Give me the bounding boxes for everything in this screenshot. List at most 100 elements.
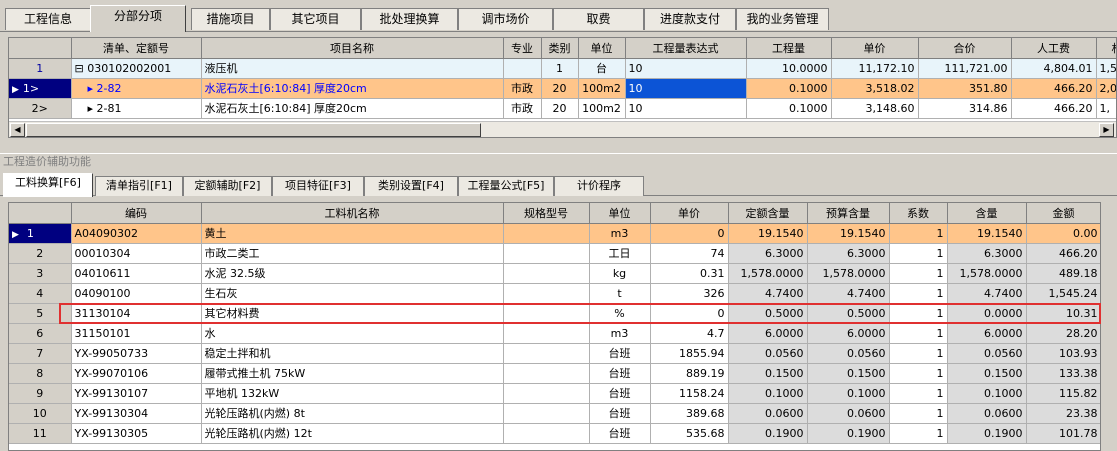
price-cell[interactable]: 0 [650, 223, 729, 244]
name-cell[interactable]: 水泥石灰土[6:10:84] 厚度20cm [201, 98, 504, 119]
budget-cell[interactable]: 6.0000 [807, 323, 890, 344]
lower-header-cell[interactable]: 含量 [947, 203, 1027, 224]
spec-cell[interactable] [503, 343, 590, 364]
budget-cell[interactable]: 0.1500 [807, 363, 890, 384]
table-row[interactable]: 3 04010611 水泥 32.5级 kg 0.31 1,578.0000 1,578.0… [9, 263, 1100, 284]
table-row[interactable]: 2 00010304 市政二类工 工日 74 6.3000 6.3000 1 6.3000 466… [9, 243, 1100, 264]
expr-cell[interactable]: 10 [625, 98, 747, 119]
code-cell[interactable]: ▸ 2-82 [71, 78, 202, 99]
table-row[interactable]: 6 31150101 水 m3 4.7 6.0000 6.0000 1 6.0000 28.20 [9, 323, 1100, 344]
budget-cell[interactable]: 0.0560 [807, 343, 890, 364]
tab-measures[interactable]: 措施项目 [191, 8, 270, 30]
labor-cell[interactable]: 4,804.01 [1011, 58, 1097, 79]
content-cell[interactable]: 0.1000 [947, 383, 1027, 404]
unit-cell[interactable]: 台班 [589, 423, 651, 444]
price-cell[interactable]: 3,518.02 [831, 78, 919, 99]
labor-cell[interactable]: 466.20 [1011, 78, 1097, 99]
quota-cell[interactable]: 0.1900 [728, 423, 808, 444]
upper-header-cell[interactable]: 清单、定额号 [71, 38, 202, 59]
price-cell[interactable]: 889.19 [650, 363, 729, 384]
coef-cell[interactable]: 1 [889, 323, 948, 344]
row-number[interactable]: 4 [9, 283, 72, 304]
unit-cell[interactable]: 台班 [589, 403, 651, 424]
name-cell[interactable]: 履带式推土机 75kW [201, 363, 504, 384]
table-row[interactable]: 4 04090100 生石灰 t 326 4.7400 4.7400 1 4.7400 1,545… [9, 283, 1100, 304]
code-cell[interactable]: 04090100 [71, 283, 202, 304]
spec-cell[interactable] [503, 223, 590, 244]
tab-project-info[interactable]: 工程信息 [5, 8, 91, 30]
table-row[interactable]: 8 YX-99070106 履带式推土机 75kW 台班 889.19 0.1500 0.1… [9, 363, 1100, 384]
price-cell[interactable]: 535.68 [650, 423, 729, 444]
major-cell[interactable]: 市政 [503, 78, 542, 99]
expr-cell[interactable]: 10 [625, 58, 747, 79]
major-cell[interactable] [503, 58, 542, 79]
table-row[interactable]: 7 YX-99050733 稳定土拌和机 台班 1855.94 0.0560 0.0560 1… [9, 343, 1100, 364]
price-cell[interactable]: 74 [650, 243, 729, 264]
row-number[interactable]: ▶ 1> [9, 78, 72, 99]
unit-cell[interactable]: m3 [589, 223, 651, 244]
price-cell[interactable]: 326 [650, 283, 729, 304]
lower-header-cell[interactable]: 规格型号 [503, 203, 590, 224]
upper-header-cell[interactable]: 单位 [578, 38, 626, 59]
budget-cell[interactable]: 0.0600 [807, 403, 890, 424]
spec-cell[interactable] [503, 243, 590, 264]
labor-cell[interactable]: 466.20 [1011, 98, 1097, 119]
scrollbar-thumb[interactable] [26, 123, 481, 137]
lower-header-cell[interactable]: 单价 [650, 203, 729, 224]
unit-cell[interactable]: kg [589, 263, 651, 284]
name-cell[interactable]: 水 [201, 323, 504, 344]
price-cell[interactable]: 1855.94 [650, 343, 729, 364]
row-number[interactable]: 3 [9, 263, 72, 284]
upper-header-cell[interactable]: 工程量表达式 [625, 38, 747, 59]
upper-header-cell[interactable]: 合价 [918, 38, 1012, 59]
amount-cell[interactable]: 103.93 [1026, 343, 1100, 364]
amount-cell[interactable]: 133.38 [1026, 363, 1100, 384]
spec-cell[interactable] [503, 363, 590, 384]
code-cell[interactable]: 04010611 [71, 263, 202, 284]
category-cell[interactable]: 20 [541, 98, 579, 119]
upper-header-cell[interactable]: 项目名称 [201, 38, 504, 59]
content-cell[interactable]: 0.1900 [947, 423, 1027, 444]
tab-my-business[interactable]: 我的业务管理 [736, 8, 829, 30]
tab-pricing-program[interactable]: 计价程序 [554, 176, 644, 196]
lower-header-cell[interactable]: 编码 [71, 203, 202, 224]
name-cell[interactable]: 平地机 132kW [201, 383, 504, 404]
content-cell[interactable]: 6.3000 [947, 243, 1027, 264]
lower-header-cell[interactable]: 系数 [889, 203, 948, 224]
content-cell[interactable]: 0.1500 [947, 363, 1027, 384]
price-cell[interactable]: 0.31 [650, 263, 729, 284]
unit-cell[interactable]: 台 [578, 58, 626, 79]
upper-header-cell[interactable]: 材料 [1096, 38, 1116, 59]
content-cell[interactable]: 19.1540 [947, 223, 1027, 244]
amount-cell[interactable]: 101.78 [1026, 423, 1100, 444]
table-row-selected[interactable]: ▶ 1 A04090302 黄土 m3 0 19.1540 19.1540 1 19.1540 0.… [9, 223, 1100, 244]
spec-cell[interactable] [503, 403, 590, 424]
coef-cell[interactable]: 1 [889, 343, 948, 364]
quota-cell[interactable]: 1,578.0000 [728, 263, 808, 284]
quota-cell[interactable]: 0.0600 [728, 403, 808, 424]
scroll-left-icon[interactable]: ◀ [10, 123, 25, 137]
material-cell[interactable]: 2,0 [1096, 78, 1116, 99]
qty-cell[interactable]: 0.1000 [746, 98, 832, 119]
name-cell[interactable]: 光轮压路机(内燃) 8t [201, 403, 504, 424]
price-cell[interactable]: 3,148.60 [831, 98, 919, 119]
code-cell[interactable]: YX-99050733 [71, 343, 202, 364]
content-cell[interactable]: 6.0000 [947, 323, 1027, 344]
lower-header-cell[interactable]: 工料机名称 [201, 203, 504, 224]
tab-other-items[interactable]: 其它项目 [270, 8, 361, 30]
budget-cell[interactable]: 1,578.0000 [807, 263, 890, 284]
price-cell[interactable]: 11,172.10 [831, 58, 919, 79]
tab-material-convert[interactable]: 工料换算[F6] [3, 173, 93, 197]
code-cell[interactable]: ⊟ 030102002001 [71, 58, 202, 79]
unit-cell[interactable]: 台班 [589, 343, 651, 364]
row-number[interactable]: 8 [9, 363, 72, 384]
qty-cell[interactable]: 0.1000 [746, 78, 832, 99]
upper-header-cell[interactable]: 人工费 [1011, 38, 1097, 59]
tab-quantity-formula[interactable]: 工程量公式[F5] [458, 176, 554, 196]
price-cell[interactable]: 4.7 [650, 323, 729, 344]
row-number[interactable]: 2 [9, 243, 72, 264]
budget-cell[interactable]: 0.1000 [807, 383, 890, 404]
lower-header-cell[interactable]: 定额含量 [728, 203, 808, 224]
total-cell[interactable]: 351.80 [918, 78, 1012, 99]
coef-cell[interactable]: 1 [889, 363, 948, 384]
